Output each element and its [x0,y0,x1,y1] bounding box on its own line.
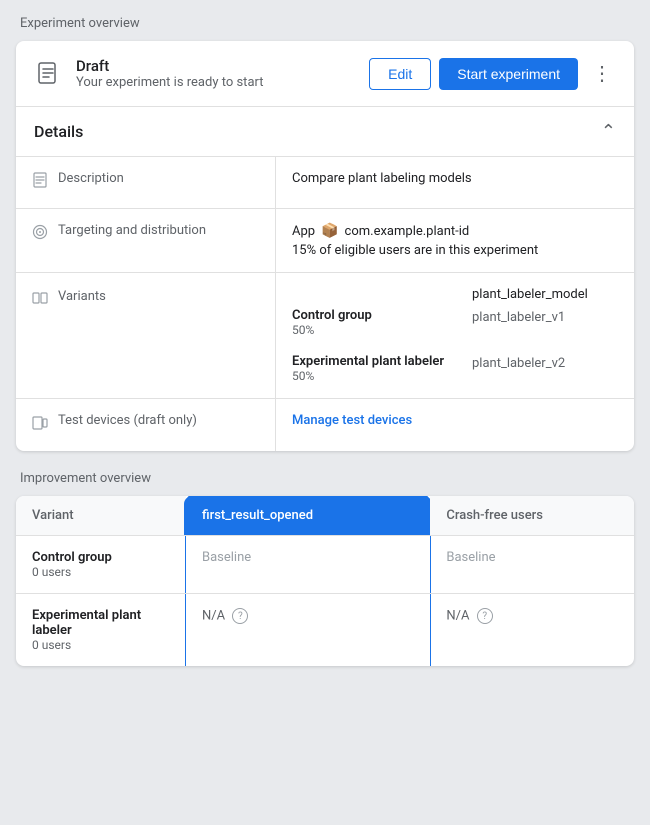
description-value: Compare plant labeling models [276,157,634,208]
targeting-label: Targeting and distribution [16,209,276,272]
app-row: App 📦 com.example.plant-id [292,223,618,239]
app-label: App [292,224,315,239]
draft-icon [32,58,64,90]
experiment-overview-title: Experiment overview [16,16,634,31]
details-title: Details [34,122,83,141]
table-row-experimental: Experimental plant labeler 0 users N/A ?… [16,594,634,667]
control-variant-cell: Control group 0 users [16,536,186,594]
variants-label: Variants [16,273,276,398]
crash-free-col-label: Crash-free users [446,508,543,523]
col-header-first-result: first_result_opened [186,496,430,536]
description-label: Description [16,157,276,208]
control-group-name: Control group [32,550,170,565]
first-result-col-label: first_result_opened [202,508,313,523]
draft-header: Draft Your experiment is ready to start … [16,41,634,107]
details-section: Details ⌃ Description Compare plant labe… [16,107,634,451]
variant-col-label: Variant [32,508,74,523]
description-icon [32,172,48,192]
variant-experimental-name-col: Experimental plant labeler 50% [292,354,472,384]
variant-control-row: Control group 50% plant_labeler_v1 [292,308,618,338]
app-package-icon: 📦 [321,223,338,239]
variant-experimental-pct: 50% [292,369,314,383]
table-row-control: Control group 0 users Baseline Baseline [16,536,634,594]
experiment-card: Draft Your experiment is ready to start … [16,41,634,451]
variant-experimental: Experimental plant labeler 50% plant_lab… [292,354,618,384]
variant-control-group: Control group 50% plant_labeler_v1 [292,308,618,338]
test-devices-value: Manage test devices [276,399,634,451]
improvement-table-wrapper: Variant first_result_opened Crash-free u… [16,496,634,666]
variant-experimental-row: Experimental plant labeler 50% plant_lab… [292,354,618,384]
variant-control-pct: 50% [292,323,314,337]
improvement-card: Variant first_result_opened Crash-free u… [16,496,634,666]
test-devices-label: Test devices (draft only) [16,399,276,451]
more-options-button[interactable]: ⋮ [586,57,618,90]
improvement-table: Variant first_result_opened Crash-free u… [16,496,634,666]
control-first-result-value: Baseline [202,550,251,565]
draft-title: Draft [76,57,263,75]
collapse-icon[interactable]: ⌃ [601,121,616,142]
draft-text: Draft Your experiment is ready to start [76,57,263,90]
variants-row: Variants plant_labeler_model C [16,273,634,399]
experimental-crash-free-cell: N/A ? [430,594,634,667]
more-dots-icon: ⋮ [592,61,612,86]
variants-icon [32,290,48,310]
control-crash-free-value: Baseline [446,550,495,565]
test-devices-label-text: Test devices (draft only) [58,413,197,428]
distribution-text: 15% of eligible users are in this experi… [292,243,618,258]
app-id-text: com.example.plant-id [345,224,470,239]
experimental-name: Experimental plant labeler [32,608,170,638]
description-text: Compare plant labeling models [292,171,472,186]
draft-subtitle: Your experiment is ready to start [76,75,263,90]
edit-button[interactable]: Edit [369,58,431,90]
variant-experimental-name: Experimental plant labeler [292,354,472,369]
targeting-value: App 📦 com.example.plant-id 15% of eligib… [276,209,634,272]
first-result-question-icon[interactable]: ? [232,608,248,624]
improvement-overview-title: Improvement overview [16,471,634,486]
start-experiment-button[interactable]: Start experiment [439,58,578,90]
col-header-crash-free: Crash-free users [430,496,634,536]
test-devices-row: Test devices (draft only) Manage test de… [16,399,634,451]
description-row: Description Compare plant labeling model… [16,157,634,209]
experimental-first-result-cell: N/A ? [186,594,430,667]
variant-control-name: Control group [292,308,472,323]
variants-header: plant_labeler_model [292,287,618,302]
targeting-row: Targeting and distribution App 📦 com.exa… [16,209,634,273]
control-first-result-cell: Baseline [186,536,430,594]
model-column-header: plant_labeler_model [472,287,588,302]
test-devices-icon [32,414,48,434]
manage-test-devices-link[interactable]: Manage test devices [292,413,412,428]
experimental-first-result-value: N/A [202,608,225,623]
details-header: Details ⌃ [16,107,634,157]
variant-experimental-model: plant_labeler_v2 [472,354,618,371]
crash-free-question-icon[interactable]: ? [477,608,493,624]
variants-model-col-header: plant_labeler_model [472,287,618,302]
targeting-label-text: Targeting and distribution [58,223,206,238]
description-label-text: Description [58,171,124,186]
col-header-variant: Variant [16,496,186,536]
variant-control-model: plant_labeler_v1 [472,308,618,325]
experimental-crash-free-value: N/A [446,608,469,623]
variant-control-name-col: Control group 50% [292,308,472,338]
control-group-sub: 0 users [32,565,170,579]
draft-actions: Edit Start experiment ⋮ [369,57,618,90]
page-container: Experiment overview Draft Your experimen… [0,0,650,702]
experimental-sub: 0 users [32,638,170,652]
table-header-row: Variant first_result_opened Crash-free u… [16,496,634,536]
variants-label-text: Variants [58,289,106,304]
control-crash-free-cell: Baseline [430,536,634,594]
experimental-variant-cell: Experimental plant labeler 0 users [16,594,186,667]
variants-value: plant_labeler_model Control group 50% pl… [276,273,634,398]
targeting-icon [32,224,48,244]
